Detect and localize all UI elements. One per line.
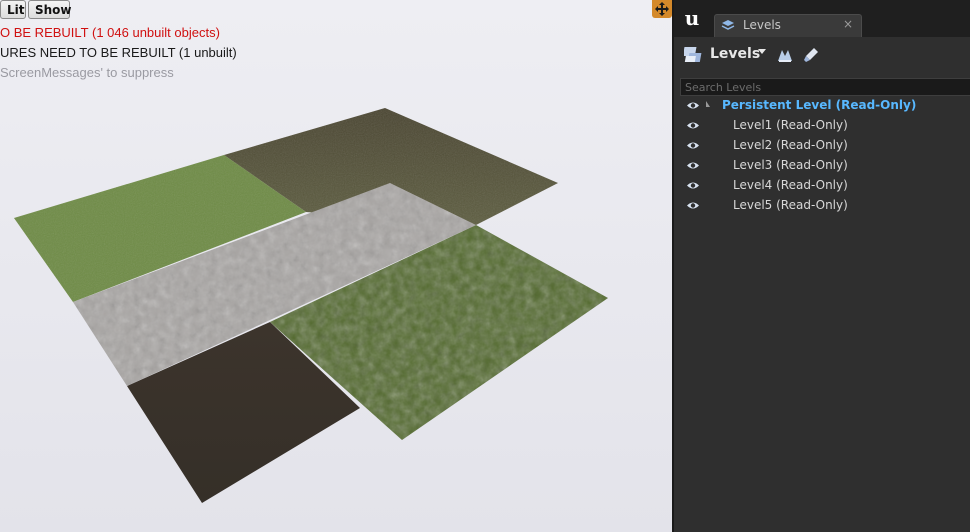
level-brush-tool-icon[interactable] xyxy=(802,46,820,64)
visibility-eye-icon[interactable] xyxy=(686,201,700,210)
lit-view-mode-button[interactable]: Lit xyxy=(0,0,26,19)
level-label: Level1 (Read-Only) xyxy=(733,118,848,132)
level-label: Level4 (Read-Only) xyxy=(733,178,848,192)
show-flags-button[interactable]: Show xyxy=(28,0,72,19)
tab-levels[interactable]: Levels × xyxy=(714,14,862,37)
visibility-eye-icon[interactable] xyxy=(686,161,700,170)
level-viewport[interactable]: Lit Show O BE REBUILT (1 046 unbuilt obj… xyxy=(0,0,672,532)
chevron-down-icon[interactable] xyxy=(758,49,766,54)
level-label: Level2 (Read-Only) xyxy=(733,138,848,152)
viewport-options-handle[interactable] xyxy=(652,0,672,18)
suppress-messages-hint: ScreenMessages' to suppress xyxy=(0,65,174,80)
search-levels-input[interactable] xyxy=(680,78,970,96)
levels-menu-button[interactable]: Levels xyxy=(710,46,760,62)
level-label: Persistent Level (Read-Only) xyxy=(722,98,917,112)
texture-rebuild-warning: URES NEED TO BE REBUILT (1 unbuilt) xyxy=(0,45,237,60)
level-row[interactable]: Level5 (Read-Only) xyxy=(674,196,970,216)
level-label: Level3 (Read-Only) xyxy=(733,158,848,172)
unreal-logo-icon: u xyxy=(684,6,700,30)
levels-tab-icon xyxy=(721,20,735,30)
levels-panel: u Levels × Levels Search Levels Persiste… xyxy=(672,0,970,532)
level-row[interactable]: Level1 (Read-Only) xyxy=(674,116,970,136)
visibility-eye-icon[interactable] xyxy=(686,121,700,130)
level-row[interactable]: Level2 (Read-Only) xyxy=(674,136,970,156)
tab-bar: u Levels × xyxy=(674,0,970,37)
levels-toolbar: Levels xyxy=(674,37,970,73)
lighting-rebuild-warning: O BE REBUILT (1 046 unbuilt objects) xyxy=(0,25,220,40)
summon-level-details-icon[interactable] xyxy=(776,47,794,63)
level-row[interactable]: Level3 (Read-Only) xyxy=(674,156,970,176)
collapse-arrow-icon[interactable] xyxy=(706,101,710,107)
visibility-eye-icon[interactable] xyxy=(686,141,700,150)
level-label: Level5 (Read-Only) xyxy=(733,198,848,212)
visibility-eye-icon[interactable] xyxy=(686,101,700,110)
level-row[interactable]: Level4 (Read-Only) xyxy=(674,176,970,196)
levels-menu-icon[interactable] xyxy=(684,44,706,66)
level-row-persistent[interactable]: Persistent Level (Read-Only) xyxy=(674,96,970,116)
close-tab-icon[interactable]: × xyxy=(843,17,853,31)
tab-levels-label: Levels xyxy=(743,18,781,32)
move-arrows-icon xyxy=(655,2,669,16)
visibility-eye-icon[interactable] xyxy=(686,181,700,190)
